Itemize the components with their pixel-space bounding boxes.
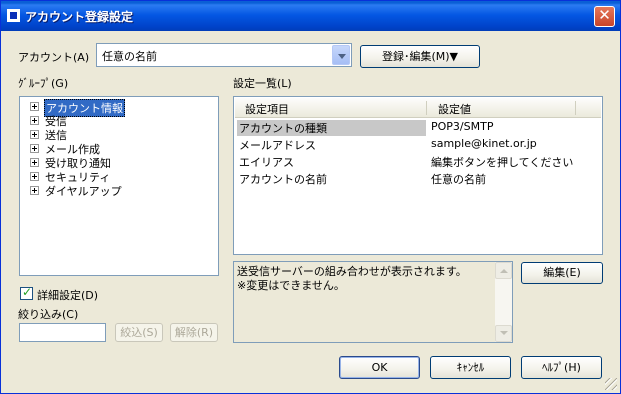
filter-input[interactable] [19, 323, 106, 342]
register-edit-button[interactable]: 登録･編集(M)▼ [360, 45, 480, 68]
table-row[interactable]: アカウントの名前 任意の名前 [235, 170, 601, 187]
column-divider[interactable] [575, 101, 576, 115]
expand-icon[interactable] [30, 158, 39, 167]
expand-icon[interactable] [30, 116, 39, 125]
row-value: 任意の名前 [431, 173, 486, 186]
group-label: ｸﾞﾙｰﾌﾟ(G) [18, 77, 69, 90]
expand-icon[interactable] [30, 130, 39, 139]
row-item: メールアドレス [239, 139, 316, 152]
expand-icon[interactable] [30, 186, 39, 195]
help-button[interactable]: ﾍﾙﾌﾟ(H) [521, 356, 602, 379]
expand-icon[interactable] [30, 172, 39, 181]
account-label: アカウント(A) [18, 51, 90, 64]
filter-label: 絞り込み(C) [18, 308, 79, 321]
description-box: 送受信サーバーの組み合わせが表示されます。 ※変更はできません。 [233, 261, 513, 343]
cancel-button[interactable]: ｷｬﾝｾﾙ [430, 356, 511, 379]
list-header: 設定項目 設定値 [235, 98, 601, 118]
column-header-item[interactable]: 設定項目 [245, 101, 289, 117]
dialog-window: アカウント登録設定 ✕ アカウント(A) 任意の名前 登録･編集(M)▼ ｸﾞﾙ… [0, 0, 621, 394]
account-select-value: 任意の名前 [102, 50, 157, 63]
table-row[interactable]: アカウントの種類 POP3/SMTP [235, 119, 601, 136]
tree-item-label: ダイヤルアップ [45, 185, 122, 198]
title-bar[interactable]: アカウント登録設定 ✕ [1, 1, 620, 31]
row-value: 編集ボタンを押してください [431, 156, 574, 169]
window-title: アカウント登録設定 [25, 10, 134, 24]
detail-settings-label[interactable]: 詳細設定(D) [37, 287, 98, 303]
row-value: POP3/SMTP [431, 120, 494, 133]
expand-icon[interactable] [30, 102, 39, 111]
expand-icon[interactable] [30, 144, 39, 153]
settings-label: 設定一覧(L) [233, 77, 292, 90]
description-scrollbar[interactable] [495, 262, 512, 342]
app-icon [7, 9, 20, 22]
detail-settings-checkbox[interactable] [20, 285, 33, 300]
column-header-value[interactable]: 設定値 [438, 101, 471, 117]
scroll-down-icon[interactable] [495, 325, 512, 342]
account-select[interactable]: 任意の名前 [96, 43, 352, 67]
row-value: sample@kinet.or.jp [431, 137, 537, 150]
edit-button[interactable]: 編集(E) [521, 262, 603, 284]
group-tree[interactable]: アカウント情報 受信 送信 メール作成 受け取り通知 セキュリティ ダイヤルアッ… [19, 96, 219, 276]
description-text: 送受信サーバーの組み合わせが表示されます。 ※変更はできません。 [237, 265, 467, 292]
settings-list[interactable]: 設定項目 設定値 アカウントの種類 POP3/SMTP メールアドレス samp… [233, 96, 603, 255]
table-row[interactable]: エイリアス 編集ボタンを押してください [235, 153, 601, 170]
table-row[interactable]: メールアドレス sample@kinet.or.jp [235, 136, 601, 153]
scroll-up-icon[interactable] [495, 262, 512, 279]
close-button[interactable]: ✕ [594, 6, 615, 27]
resize-grip-icon[interactable] [605, 378, 617, 390]
filter-clear-button[interactable]: 解除(R) [170, 323, 218, 342]
chevron-down-icon[interactable] [332, 45, 350, 65]
row-item: アカウントの名前 [239, 173, 327, 186]
row-item: エイリアス [239, 156, 294, 169]
column-divider[interactable] [426, 101, 427, 115]
ok-button[interactable]: OK [339, 356, 420, 379]
filter-apply-button[interactable]: 絞込(S) [115, 323, 163, 342]
row-item: アカウントの種類 [237, 120, 426, 136]
